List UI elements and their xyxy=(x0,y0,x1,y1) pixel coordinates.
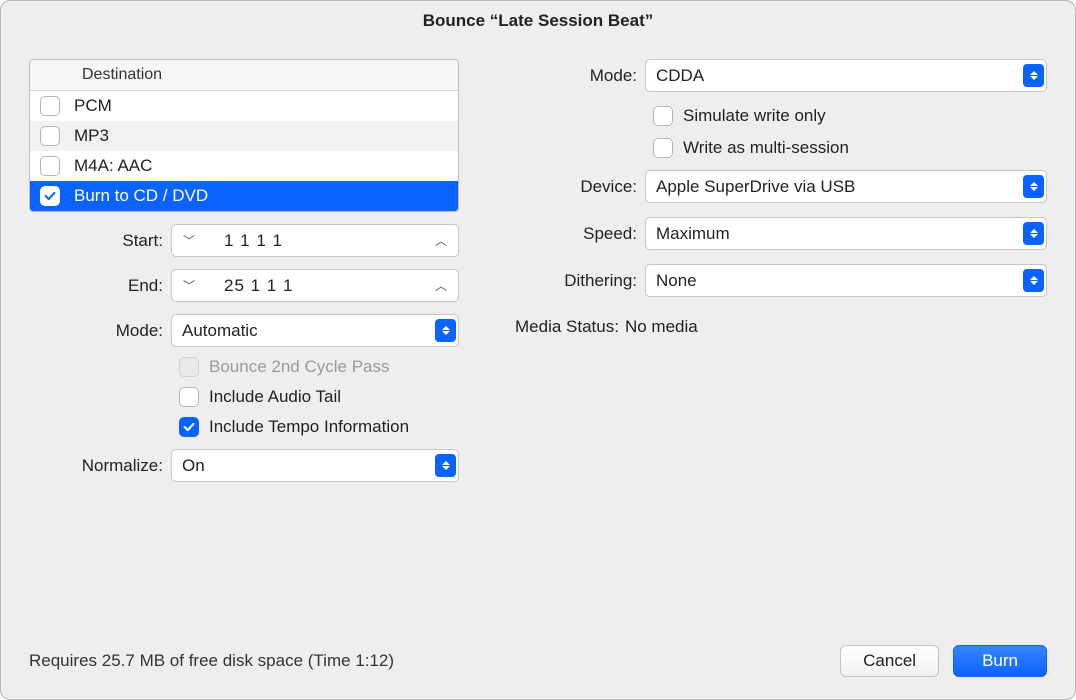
updown-icon[interactable] xyxy=(1023,64,1044,87)
normalize-row: Normalize: On xyxy=(29,449,459,482)
media-status-row: Media Status: No media xyxy=(515,317,1047,337)
chevron-down-icon[interactable]: ﹀ xyxy=(180,277,198,294)
bounce-dialog: Bounce “Late Session Beat” Destination P… xyxy=(0,0,1076,700)
burn-mode-value: CDDA xyxy=(656,66,1023,86)
cancel-button[interactable]: Cancel xyxy=(840,645,939,677)
speed-dropdown[interactable]: Maximum xyxy=(645,217,1047,250)
burn-button[interactable]: Burn xyxy=(953,645,1047,677)
dithering-value: None xyxy=(656,271,1023,291)
dithering-label: Dithering: xyxy=(515,271,645,291)
speed-value: Maximum xyxy=(656,224,1023,244)
destination-label: Burn to CD / DVD xyxy=(74,186,208,206)
bounce-2nd-cycle-label: Bounce 2nd Cycle Pass xyxy=(209,357,390,377)
include-tempo-label: Include Tempo Information xyxy=(209,417,409,437)
media-status-value: No media xyxy=(623,317,698,337)
multi-session-label: Write as multi-session xyxy=(683,138,849,158)
disk-space-status: Requires 25.7 MB of free disk space (Tim… xyxy=(29,651,394,671)
destination-checkbox-pcm[interactable] xyxy=(40,96,60,116)
include-audio-tail-checkbox[interactable] xyxy=(179,387,199,407)
bounce-mode-label: Mode: xyxy=(29,321,171,341)
updown-icon[interactable] xyxy=(1023,269,1044,292)
chevron-up-icon[interactable]: ︿ xyxy=(432,277,450,294)
bounce-mode-row: Mode: Automatic xyxy=(29,314,459,347)
simulate-write-checkbox[interactable] xyxy=(653,106,673,126)
destination-row-mp3[interactable]: MP3 xyxy=(30,121,458,151)
burn-mode-label: Mode: xyxy=(515,66,645,86)
end-row: End: ﹀ 25 1 1 1 ︿ xyxy=(29,269,459,302)
destination-label: M4A: AAC xyxy=(74,156,152,176)
device-value: Apple SuperDrive via USB xyxy=(656,177,1023,197)
burn-mode-dropdown[interactable]: CDDA xyxy=(645,59,1047,92)
media-status-label: Media Status: xyxy=(515,317,623,337)
device-row: Device: Apple SuperDrive via USB xyxy=(515,170,1047,203)
updown-icon[interactable] xyxy=(435,319,456,342)
normalize-label: Normalize: xyxy=(29,456,171,476)
left-column: Destination PCM MP3 M4A: AAC xyxy=(29,59,459,645)
end-value[interactable]: 25 1 1 1 xyxy=(198,276,432,296)
start-stepper[interactable]: ﹀ 1 1 1 1 ︿ xyxy=(171,224,459,257)
dithering-row: Dithering: None xyxy=(515,264,1047,297)
right-column: Mode: CDDA Simulate write only Write as … xyxy=(515,59,1047,645)
start-row: Start: ﹀ 1 1 1 1 ︿ xyxy=(29,224,459,257)
device-label: Device: xyxy=(515,177,645,197)
dialog-footer: Requires 25.7 MB of free disk space (Tim… xyxy=(1,645,1075,699)
normalize-dropdown[interactable]: On xyxy=(171,449,459,482)
speed-label: Speed: xyxy=(515,224,645,244)
dialog-title: Bounce “Late Session Beat” xyxy=(1,1,1075,39)
burn-mode-row: Mode: CDDA xyxy=(515,59,1047,92)
destination-checkbox-mp3[interactable] xyxy=(40,126,60,146)
speed-row: Speed: Maximum xyxy=(515,217,1047,250)
include-audio-tail-label: Include Audio Tail xyxy=(209,387,341,407)
include-tempo-row[interactable]: Include Tempo Information xyxy=(179,417,459,437)
updown-icon[interactable] xyxy=(1023,222,1044,245)
multi-session-checkbox[interactable] xyxy=(653,138,673,158)
dialog-body: Destination PCM MP3 M4A: AAC xyxy=(1,39,1075,645)
destination-row-m4a[interactable]: M4A: AAC xyxy=(30,151,458,181)
destination-checkbox-m4a[interactable] xyxy=(40,156,60,176)
simulate-write-label: Simulate write only xyxy=(683,106,826,126)
updown-icon[interactable] xyxy=(435,454,456,477)
normalize-value: On xyxy=(182,456,435,476)
destination-header: Destination xyxy=(30,60,458,91)
device-dropdown[interactable]: Apple SuperDrive via USB xyxy=(645,170,1047,203)
destination-label: PCM xyxy=(74,96,112,116)
dithering-dropdown[interactable]: None xyxy=(645,264,1047,297)
include-audio-tail-row[interactable]: Include Audio Tail xyxy=(179,387,459,407)
start-value[interactable]: 1 1 1 1 xyxy=(198,231,432,251)
destination-checkbox-burn[interactable] xyxy=(40,186,60,206)
end-stepper[interactable]: ﹀ 25 1 1 1 ︿ xyxy=(171,269,459,302)
simulate-write-row[interactable]: Simulate write only xyxy=(653,106,1047,126)
include-tempo-checkbox[interactable] xyxy=(179,417,199,437)
chevron-up-icon[interactable]: ︿ xyxy=(432,232,450,249)
bounce-2nd-cycle-checkbox xyxy=(179,357,199,377)
updown-icon[interactable] xyxy=(1023,175,1044,198)
destination-label: MP3 xyxy=(74,126,109,146)
multi-session-row[interactable]: Write as multi-session xyxy=(653,138,1047,158)
destination-row-burn[interactable]: Burn to CD / DVD xyxy=(30,181,458,211)
bounce-2nd-cycle-row: Bounce 2nd Cycle Pass xyxy=(179,357,459,377)
destination-row-pcm[interactable]: PCM xyxy=(30,91,458,121)
start-label: Start: xyxy=(29,231,171,251)
bounce-mode-dropdown[interactable]: Automatic xyxy=(171,314,459,347)
destination-list: Destination PCM MP3 M4A: AAC xyxy=(29,59,459,212)
end-label: End: xyxy=(29,276,171,296)
chevron-down-icon[interactable]: ﹀ xyxy=(180,232,198,249)
bounce-mode-value: Automatic xyxy=(182,321,435,341)
